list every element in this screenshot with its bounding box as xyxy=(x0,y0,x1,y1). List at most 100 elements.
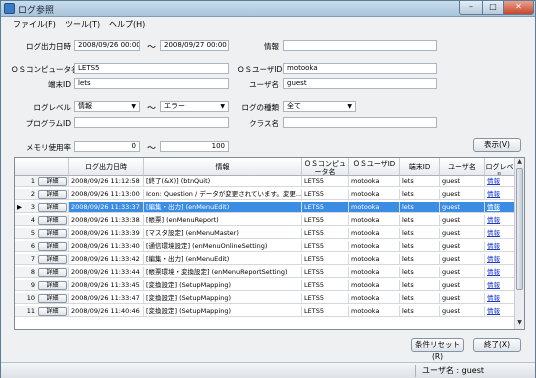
row-number: 1 xyxy=(30,177,35,185)
memory-to-input[interactable]: 100 xyxy=(160,141,229,152)
cell-computer: LETS5 xyxy=(302,293,349,304)
detail-button[interactable]: 詳細 xyxy=(38,229,67,238)
table-row[interactable]: 11 詳細 2008/09/26 11:40:46 [変換設定] (SetupMapp… xyxy=(15,306,515,317)
grid-header-loglevel[interactable]: ログレベル xyxy=(485,158,515,176)
scroll-thumb[interactable] xyxy=(516,168,523,290)
detail-button[interactable]: 詳細 xyxy=(38,268,67,277)
table-row[interactable]: 7 詳細 2008/09/26 11:33:42 [編集・出力] (enMenuEdi… xyxy=(15,254,515,265)
memory-range-separator: ～ xyxy=(146,144,156,154)
cell-username: guest xyxy=(440,254,485,265)
info-label: 情報 xyxy=(264,42,279,51)
cell-computer: LETS5 xyxy=(302,306,349,317)
detail-button[interactable]: 詳細 xyxy=(38,216,67,225)
table-row[interactable]: 1 詳細 2008/09/26 11:12:58 [終了(&X)] (btnQuit)… xyxy=(15,176,515,187)
os-user-label: ＯＳユーザID xyxy=(237,65,283,74)
cell-level[interactable]: 情報 xyxy=(485,254,515,265)
menu-file[interactable]: ファイル(F) xyxy=(13,19,56,30)
chevron-down-icon: ▼ xyxy=(131,103,136,110)
os-user-input[interactable]: motooka xyxy=(283,63,437,74)
close-button[interactable]: ✕ xyxy=(503,1,534,15)
loglevel-from-select[interactable]: 情報 ▼ xyxy=(74,101,140,112)
cell-username: guest xyxy=(440,228,485,239)
grid-header-datetime[interactable]: ログ出力日時 xyxy=(69,158,144,176)
cell-level[interactable]: 情報 xyxy=(485,228,515,239)
vertical-scrollbar[interactable]: ▲ ▼ xyxy=(514,158,524,329)
cell-datetime: 2008/09/26 11:33:39 xyxy=(69,228,144,239)
grid-header-os-user[interactable]: ＯＳユーザID xyxy=(349,158,400,176)
log-grid: ログ出力日時 情報 ＯＳコンピュータ名 ＯＳユーザID 端末ID ユーザ名 ログ… xyxy=(14,157,525,330)
detail-button[interactable]: 詳細 xyxy=(38,177,67,186)
exit-button[interactable]: 終了(X) xyxy=(473,338,521,352)
cell-username: guest xyxy=(440,241,485,252)
menu-help[interactable]: ヘルプ(H) xyxy=(109,19,145,30)
cell-info: Icon: Question / データが変更されています。変更... xyxy=(144,189,302,200)
row-header-cell: 10 詳細 xyxy=(15,293,69,304)
maximize-button[interactable]: □ xyxy=(482,1,504,15)
table-row[interactable]: 6 詳細 2008/09/26 11:33:40 [通信環境設定] (enMenuOn… xyxy=(15,241,515,252)
cell-level[interactable]: 情報 xyxy=(485,215,515,226)
table-row[interactable]: 5 詳細 2008/09/26 11:33:39 [マスタ設定] (enMenuMas… xyxy=(15,228,515,239)
cell-computer: LETS5 xyxy=(302,202,349,213)
display-button[interactable]: 表示(V) xyxy=(473,138,521,152)
class-input[interactable] xyxy=(283,117,437,128)
cell-terminal: lets xyxy=(400,228,440,239)
minimize-button[interactable]: – xyxy=(459,1,483,15)
os-computer-input[interactable]: LETS5 xyxy=(74,63,229,74)
cell-username: guest xyxy=(440,176,485,187)
cell-level[interactable]: 情報 xyxy=(485,306,515,317)
info-input[interactable] xyxy=(283,40,437,51)
cell-level[interactable]: 情報 xyxy=(485,189,515,200)
logtype-select[interactable]: 全て ▼ xyxy=(283,101,356,112)
cell-level[interactable]: 情報 xyxy=(485,280,515,291)
row-number: 10 xyxy=(26,294,35,302)
datetime-from-input[interactable]: 2008/09/26 00:00 xyxy=(74,40,140,51)
grid-header-terminal[interactable]: 端末ID xyxy=(400,158,440,176)
cell-datetime: 2008/09/26 11:13:00 xyxy=(69,189,144,200)
table-row[interactable]: 2 詳細 2008/09/26 11:13:00 Icon: Question / デ… xyxy=(15,189,515,200)
memory-from-input[interactable]: 0 xyxy=(74,141,140,152)
row-header-cell: 2 詳細 xyxy=(15,189,69,200)
row-header-cell: 8 詳細 xyxy=(15,267,69,278)
logtype-value: 全て xyxy=(287,102,301,110)
cell-username: guest xyxy=(440,267,485,278)
detail-button[interactable]: 詳細 xyxy=(38,294,67,303)
program-label: プログラムID xyxy=(25,119,71,128)
grid-header-info[interactable]: 情報 xyxy=(144,158,302,176)
detail-button[interactable]: 詳細 xyxy=(38,281,67,290)
loglevel-to-select[interactable]: エラー ▼ xyxy=(160,101,229,112)
cell-level[interactable]: 情報 xyxy=(485,202,515,213)
detail-button[interactable]: 詳細 xyxy=(38,307,67,316)
terminal-input[interactable]: lets xyxy=(74,78,229,89)
table-row[interactable]: 8 詳細 2008/09/26 11:33:44 [帳票環境・変換設定] (enMen… xyxy=(15,267,515,278)
scroll-down-icon[interactable]: ▼ xyxy=(515,319,524,329)
detail-button[interactable]: 詳細 xyxy=(38,255,67,264)
title-bar: ログ参照 – □ ✕ xyxy=(1,1,535,17)
app-icon xyxy=(4,3,15,14)
scroll-up-icon[interactable]: ▲ xyxy=(515,158,524,168)
row-number: 4 xyxy=(30,216,35,224)
program-input[interactable] xyxy=(74,117,229,128)
cell-level[interactable]: 情報 xyxy=(485,176,515,187)
grid-header-username[interactable]: ユーザ名 xyxy=(440,158,485,176)
grid-header-computer[interactable]: ＯＳコンピュータ名 xyxy=(302,158,349,176)
cell-level[interactable]: 情報 xyxy=(485,241,515,252)
cell-level[interactable]: 情報 xyxy=(485,293,515,304)
row-header-cell: 9 詳細 xyxy=(15,280,69,291)
table-row[interactable]: ▶ 3 詳細 2008/09/26 11:33:37 [編集・出力] (enMenuEd… xyxy=(15,202,515,213)
cell-user: motooka xyxy=(349,267,400,278)
datetime-to-input[interactable]: 2008/09/27 00:00 xyxy=(160,40,229,51)
menu-tools[interactable]: ツール(T) xyxy=(65,19,100,30)
table-row[interactable]: 4 詳細 2008/09/26 11:33:38 [帳票] (enMenuReport… xyxy=(15,215,515,226)
username-input[interactable]: guest xyxy=(283,78,437,89)
cell-computer: LETS5 xyxy=(302,254,349,265)
row-header-cell: 7 詳細 xyxy=(15,254,69,265)
reset-button[interactable]: 条件リセット(R) xyxy=(411,338,464,361)
cell-terminal: lets xyxy=(400,189,440,200)
row-header-cell: ▶ 3 詳細 xyxy=(15,202,69,213)
detail-button[interactable]: 詳細 xyxy=(38,190,67,199)
detail-button[interactable]: 詳細 xyxy=(38,242,67,251)
cell-level[interactable]: 情報 xyxy=(485,267,515,278)
table-row[interactable]: 10 詳細 2008/09/26 11:33:47 [変換設定] (SetupMapp… xyxy=(15,293,515,304)
table-row[interactable]: 9 詳細 2008/09/26 11:33:45 [変換設定] (SetupMappi… xyxy=(15,280,515,291)
detail-button[interactable]: 詳細 xyxy=(38,203,67,212)
